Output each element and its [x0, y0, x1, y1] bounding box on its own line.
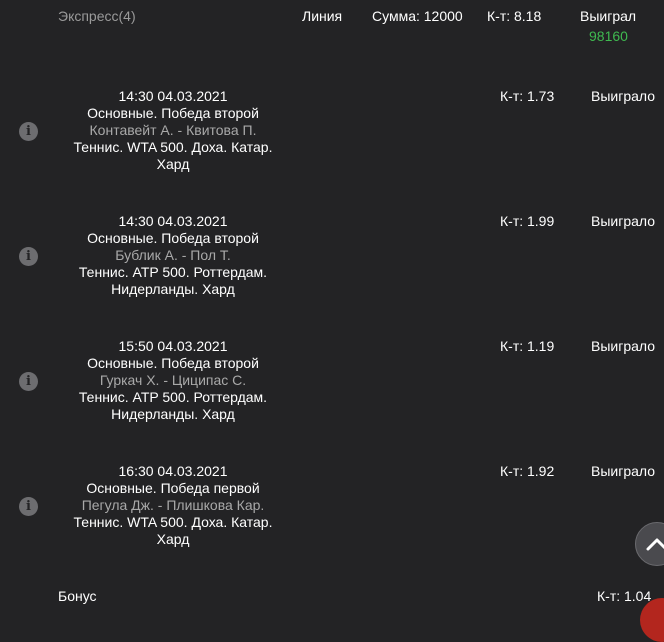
bet-result: Выиграло	[591, 88, 656, 104]
bet-coef: К-т: 1.19	[500, 338, 555, 354]
bet-status: Выиграл	[580, 8, 637, 24]
info-icon[interactable]: i	[19, 122, 38, 141]
bet-surface: Хард	[156, 531, 190, 547]
bet-result: Выиграло	[591, 463, 656, 479]
chevron-up-icon	[646, 538, 664, 551]
bet-details: 16:30 04.03.2021 Основные. Победа первой…	[60, 463, 286, 548]
bet-datetime: 16:30 04.03.2021	[118, 463, 228, 479]
bet-league: Теннис. WTA 500. Доха. Катар.	[73, 514, 273, 530]
bonus-label: Бонус	[58, 588, 97, 604]
bet-league: Теннис. ATP 500. Роттердам.	[78, 389, 268, 405]
bonus-coef: К-т: 1.04	[597, 588, 652, 604]
bet-teams: Бублик А. - Пол Т.	[115, 247, 231, 263]
bet-market: Основные. Победа второй	[87, 105, 259, 121]
info-icon[interactable]: i	[19, 247, 38, 266]
bet-surface: Нидерланды. Хард	[111, 281, 235, 297]
bet-market: Основные. Победа второй	[87, 355, 259, 371]
scroll-up-button[interactable]	[635, 522, 664, 566]
bet-league: Теннис. ATP 500. Роттердам.	[78, 264, 268, 280]
bet-result: Выиграло	[591, 213, 656, 229]
floating-action-button[interactable]	[640, 598, 664, 642]
bet-mode: Линия	[302, 8, 343, 24]
info-icon[interactable]: i	[19, 497, 38, 516]
bet-datetime: 14:30 04.03.2021	[118, 88, 228, 104]
bet-coef: К-т: 1.92	[500, 463, 555, 479]
win-amount: 98160	[589, 28, 628, 44]
bet-details: 14:30 04.03.2021 Основные. Победа второй…	[60, 213, 286, 298]
bet-market: Основные. Победа второй	[87, 230, 259, 246]
bet-details: 15:50 04.03.2021 Основные. Победа второй…	[60, 338, 286, 423]
bet-teams: Пегула Дж. - Плишкова Кар.	[81, 497, 265, 513]
bet-result: Выиграло	[591, 338, 656, 354]
bet-coef: К-т: 1.99	[500, 213, 555, 229]
bet-datetime: 14:30 04.03.2021	[118, 213, 228, 229]
bet-datetime: 15:50 04.03.2021	[118, 338, 228, 354]
bet-type: Экспресс(4)	[58, 8, 136, 24]
bet-league: Теннис. WTA 500. Доха. Катар.	[73, 139, 273, 155]
bet-surface: Хард	[156, 156, 190, 172]
total-coef: К-т: 8.18	[487, 8, 542, 24]
bet-surface: Нидерланды. Хард	[111, 406, 235, 422]
bet-amount: Сумма: 12000	[372, 8, 463, 24]
bet-details: 14:30 04.03.2021 Основные. Победа второй…	[60, 88, 286, 173]
info-icon[interactable]: i	[19, 372, 38, 391]
bet-teams: Контавейт А. - Квитова П.	[89, 122, 257, 138]
bet-coef: К-т: 1.73	[500, 88, 555, 104]
bet-teams: Гуркач Х. - Циципас С.	[99, 372, 247, 388]
bet-market: Основные. Победа первой	[86, 480, 260, 496]
